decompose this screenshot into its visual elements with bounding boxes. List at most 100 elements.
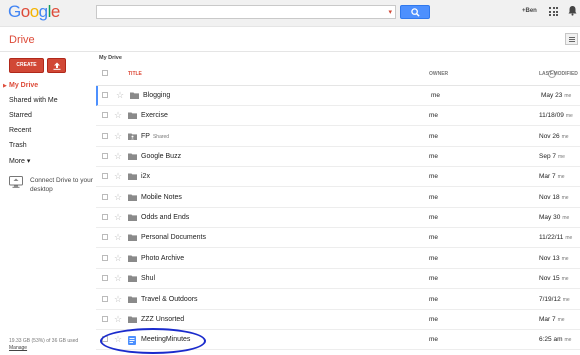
modified-date: Nov 26 [539,132,560,140]
file-name[interactable]: Exercise [141,112,168,119]
row-checkbox[interactable] [102,193,108,200]
file-name[interactable]: ZZZ Unsorted [141,316,184,323]
connect-drive-text: Connect Drive to your desktop [30,177,93,193]
file-last-modified: May 30 me [539,214,569,221]
column-owner-header[interactable]: OWNER [429,71,448,77]
file-name-text[interactable]: Personal Documents [141,234,206,241]
star-icon[interactable]: ☆ [114,152,122,161]
modified-date: Mar 7 [539,315,556,323]
row-checkbox[interactable] [102,153,108,160]
file-name[interactable]: Google Buzz [141,153,181,160]
table-row[interactable]: ☆ Travel & Outdoors me 7/19/12 me [96,290,580,310]
row-checkbox[interactable] [102,254,108,261]
column-title-header[interactable]: TITLE [128,71,142,77]
file-owner: me [429,234,439,242]
file-name-text[interactable]: Blogging [143,92,170,99]
folder-icon [128,214,137,223]
file-name-text[interactable]: ZZZ Unsorted [141,316,184,323]
select-all-checkbox[interactable] [102,70,108,76]
app-title[interactable]: Drive [9,34,35,46]
folder-icon [128,255,137,264]
notifications-bell-icon[interactable] [568,5,577,16]
modified-date: 11/18/09 [539,112,564,120]
table-row[interactable]: ☆ Personal Documents me 11/22/11 me [96,228,580,249]
table-row[interactable]: ☆ Shul me Nov 15 me [96,269,580,290]
sidebar-item-more[interactable]: More ▾ [9,157,30,165]
modified-by: me [564,93,572,99]
file-name-text[interactable]: i2x [141,173,150,180]
file-name[interactable]: Blogging [143,92,170,99]
search-icon [411,8,420,17]
connect-drive-link[interactable]: Connect Drive to your desktop [9,176,94,193]
sidebar-item-starred[interactable]: Starred [9,112,32,119]
row-checkbox[interactable] [102,295,108,302]
modified-by: me [564,337,572,344]
row-checkbox[interactable] [102,132,108,139]
table-row[interactable]: ☆ Exercise me 11/18/09 me [96,106,580,127]
row-checkbox[interactable] [102,214,108,221]
file-name-text[interactable]: Photo Archive [141,255,184,262]
row-checkbox[interactable] [102,112,108,119]
row-checkbox[interactable] [102,315,108,322]
apps-grid-icon[interactable] [549,7,558,16]
user-name[interactable]: +Ben [522,8,537,14]
star-icon[interactable]: ☆ [114,172,122,181]
folder-icon [128,275,137,284]
table-row[interactable]: ☆ Odds and Ends me May 30 me [96,208,580,229]
modified-by: me [561,194,569,201]
manage-storage-link[interactable]: Manage [9,345,78,352]
search-button[interactable] [400,5,430,19]
file-name[interactable]: Personal Documents [141,234,206,241]
sidebar-item-my-drive[interactable]: My Drive [9,82,38,89]
file-name[interactable]: Shul [141,275,155,282]
table-row[interactable]: ☆ Mobile Notes me Nov 18 me [96,188,580,208]
star-icon[interactable]: ☆ [114,213,122,222]
table-row[interactable]: ☆ i2x me Mar 7 me [96,167,580,188]
column-modified-header[interactable]: LAST MODIFIED [539,71,578,77]
file-name[interactable]: Mobile Notes [141,194,182,201]
star-icon[interactable]: ☆ [114,192,122,202]
file-name[interactable]: Photo Archive [141,255,184,262]
sidebar-item-trash[interactable]: Trash [9,142,27,149]
table-row[interactable]: ☆ Blogging me May 23 me [96,86,580,106]
modified-date: Nov 13 [539,254,560,262]
star-icon[interactable]: ☆ [114,131,122,141]
star-icon[interactable]: ☆ [116,91,124,100]
file-name-text[interactable]: Odds and Ends [141,214,189,221]
star-icon[interactable]: ☆ [114,233,122,242]
file-name-text[interactable]: Travel & Outdoors [141,296,198,303]
modified-by: me [557,174,565,181]
table-row[interactable]: ☆ Google Buzz me Sep 7 me [96,147,580,168]
breadcrumb[interactable]: My Drive [99,55,122,61]
star-icon[interactable]: ☆ [114,314,122,324]
upload-button[interactable] [47,58,66,73]
row-checkbox[interactable] [102,92,108,98]
file-name[interactable]: Travel & Outdoors [141,296,198,303]
star-icon[interactable]: ☆ [114,294,122,304]
google-logo[interactable]: Google [8,2,60,22]
sidebar-item-recent[interactable]: Recent [9,127,31,134]
star-icon[interactable]: ☆ [114,274,122,283]
file-name-text[interactable]: Google Buzz [141,153,181,160]
file-name-text[interactable]: FP [141,133,150,140]
table-row[interactable]: ☆ Photo Archive me Nov 13 me [96,249,580,269]
row-checkbox[interactable] [102,173,108,180]
star-icon[interactable]: ☆ [114,253,122,263]
star-icon[interactable]: ☆ [114,111,122,120]
create-button[interactable]: CREATE [9,58,44,73]
row-checkbox[interactable] [102,234,108,241]
search-options-icon[interactable]: ▾ [388,8,392,16]
row-checkbox[interactable] [102,275,108,282]
sidebar-item-shared-with-me[interactable]: Shared with Me [9,97,58,104]
file-name[interactable]: FP Shared [141,133,169,140]
file-name[interactable]: i2x [141,173,150,180]
table-row[interactable]: ☆ ZZZ Unsorted me Mar 7 me [96,310,580,330]
search-input[interactable]: ▾ [96,5,396,19]
table-row[interactable]: ☆ FP Shared me Nov 26 me [96,127,580,147]
active-indicator-icon: ▶ [3,83,7,89]
file-name-text[interactable]: Mobile Notes [141,194,182,201]
file-name[interactable]: Odds and Ends [141,214,189,221]
view-toggle-list-icon[interactable] [565,33,578,45]
file-name-text[interactable]: Shul [141,275,155,282]
file-name-text[interactable]: Exercise [141,112,168,119]
